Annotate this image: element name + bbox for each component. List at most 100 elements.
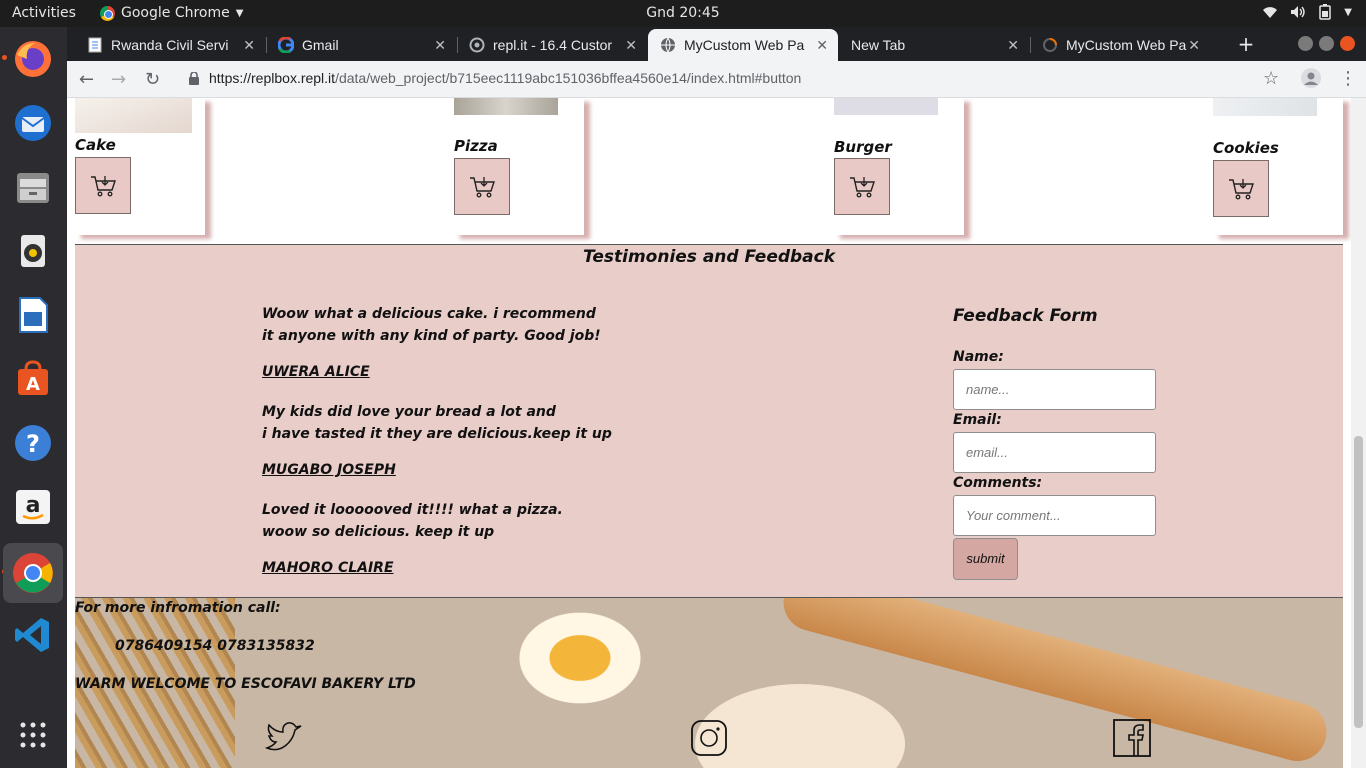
testimonial-line: Loved it loooooved it!!!! what a pizza. <box>262 502 563 518</box>
close-tab-icon[interactable]: ✕ <box>434 37 446 54</box>
name-field[interactable]: name... <box>953 369 1156 410</box>
testimonial-line: woow so delicious. keep it up <box>262 524 495 540</box>
page-viewport: Cake Pizza Burger Cookies Testimonies an… <box>67 98 1366 768</box>
writer-launcher[interactable] <box>9 291 57 339</box>
svg-text:A: A <box>26 374 40 395</box>
scrollbar-thumb[interactable] <box>1354 436 1363 728</box>
forward-arrow-icon[interactable]: → <box>111 69 126 90</box>
product-name: Pizza <box>454 137 498 155</box>
files-launcher[interactable] <box>9 163 57 211</box>
profile-avatar-icon[interactable] <box>1301 68 1321 93</box>
close-tab-icon[interactable]: ✕ <box>625 37 637 54</box>
add-to-cart-button[interactable] <box>1213 160 1269 217</box>
loading-icon <box>1042 37 1058 53</box>
twitter-icon <box>264 722 302 751</box>
add-to-cart-button[interactable] <box>75 157 131 214</box>
writer-icon <box>19 297 48 333</box>
svg-text:?: ? <box>26 430 40 458</box>
back-arrow-icon[interactable]: ← <box>79 69 94 90</box>
cookies-image <box>1213 98 1317 116</box>
help-launcher[interactable]: ? <box>9 419 57 467</box>
thunderbird-icon <box>15 105 51 141</box>
vscode-icon <box>15 618 49 652</box>
svg-text:a: a <box>26 493 41 518</box>
section-title: Testimonies and Feedback <box>582 247 836 267</box>
wifi-icon <box>1263 7 1278 18</box>
firefox-launcher[interactable] <box>9 35 57 83</box>
cart-icon <box>850 176 875 197</box>
add-to-cart-button[interactable] <box>834 158 890 215</box>
close-tab-icon[interactable]: ✕ <box>816 37 828 54</box>
tab-new-tab[interactable]: New Tab ✕ <box>839 29 1029 61</box>
email-field[interactable]: email... <box>953 432 1156 473</box>
cart-icon <box>1229 178 1254 199</box>
browser-toolbar: ← → ↻ https://replbox.repl.it/data/web_p… <box>67 61 1366 98</box>
running-indicator <box>2 55 7 60</box>
minimize-button[interactable] <box>1298 36 1313 51</box>
software-launcher[interactable]: A <box>9 355 57 403</box>
page-scrollbar[interactable] <box>1351 98 1366 768</box>
rhythmbox-icon <box>21 235 45 267</box>
product-name: Cookies <box>1213 139 1279 157</box>
lock-icon[interactable] <box>189 72 199 85</box>
thunderbird-launcher[interactable] <box>9 99 57 147</box>
replit-icon <box>469 37 485 53</box>
new-tab-button[interactable]: + <box>1233 32 1259 56</box>
files-icon <box>17 173 49 203</box>
rhythmbox-launcher[interactable] <box>9 227 57 275</box>
tab-title: Gmail <box>302 37 339 53</box>
product-card-cookies: Cookies <box>1213 98 1343 235</box>
google-icon <box>278 37 294 53</box>
product-name: Cake <box>75 136 116 154</box>
close-tab-icon[interactable]: ✕ <box>1188 37 1200 54</box>
address-bar[interactable]: https://replbox.repl.it/data/web_project… <box>209 70 801 86</box>
tab-replit[interactable]: repl.it - 16.4 Custor ✕ <box>457 29 647 61</box>
product-card-cake: Cake <box>75 98 205 235</box>
cart-icon <box>91 175 116 196</box>
volume-icon <box>1291 6 1305 18</box>
chrome-launcher[interactable] <box>3 543 63 603</box>
product-card-burger: Burger <box>834 98 964 235</box>
url-path: /data/web_project/b715eec1119abc151036bf… <box>335 70 802 86</box>
chrome-icon <box>13 553 53 593</box>
clock[interactable]: Gnd 20:45 <box>0 5 1366 21</box>
system-top-bar: Activities Google Chrome ▼ Gnd 20:45 ▼ <box>0 0 1366 27</box>
tab-mycustom-web-page-active[interactable]: MyCustom Web Pa ✕ <box>648 29 838 61</box>
bookmark-star-icon[interactable]: ☆ <box>1263 68 1279 89</box>
help-icon: ? <box>15 425 51 461</box>
submit-button[interactable]: submit <box>953 538 1018 580</box>
add-to-cart-button[interactable] <box>454 158 510 215</box>
battery-icon <box>1319 4 1332 20</box>
instagram-icon <box>691 720 727 756</box>
show-applications-button[interactable] <box>9 711 57 759</box>
instagram-link[interactable] <box>689 718 729 762</box>
vscode-launcher[interactable] <box>9 611 57 659</box>
footer: For more infromation call: 0786409154 07… <box>75 598 1343 768</box>
reload-icon[interactable]: ↻ <box>145 69 160 90</box>
comments-field[interactable]: Your comment... <box>953 495 1156 536</box>
tab-rwanda-civil-service[interactable]: Rwanda Civil Servi ✕ <box>75 29 265 61</box>
tab-mycustom-web-page[interactable]: MyCustom Web Pa ✕ <box>1030 29 1210 61</box>
menu-kebab-icon[interactable]: ⋮ <box>1339 68 1357 89</box>
tab-title: repl.it - 16.4 Custor <box>493 37 613 53</box>
testimonial-line: it anyone with any kind of party. Good j… <box>262 328 601 344</box>
amazon-icon: a <box>16 490 50 524</box>
close-window-button[interactable] <box>1340 36 1355 51</box>
phone-numbers: 0786409154 0783135832 <box>115 638 315 654</box>
pizza-image <box>454 98 558 115</box>
document-icon <box>87 37 103 53</box>
twitter-link[interactable] <box>263 718 307 762</box>
close-tab-icon[interactable]: ✕ <box>1007 37 1019 54</box>
system-tray[interactable]: ▼ <box>1262 4 1352 20</box>
tab-title: Rwanda Civil Servi <box>111 37 229 53</box>
tab-gmail[interactable]: Gmail ✕ <box>266 29 456 61</box>
close-tab-icon[interactable]: ✕ <box>243 37 255 54</box>
amazon-launcher[interactable]: a <box>9 483 57 531</box>
facebook-link[interactable] <box>1112 718 1152 762</box>
cake-image <box>75 98 192 133</box>
tab-strip: Rwanda Civil Servi ✕ Gmail ✕ repl.it - 1… <box>67 27 1366 61</box>
email-label: Email: <box>953 412 1002 428</box>
testimonial-author: MUGABO JOSEPH <box>262 462 396 478</box>
firefox-icon <box>15 41 51 77</box>
maximize-button[interactable] <box>1319 36 1334 51</box>
